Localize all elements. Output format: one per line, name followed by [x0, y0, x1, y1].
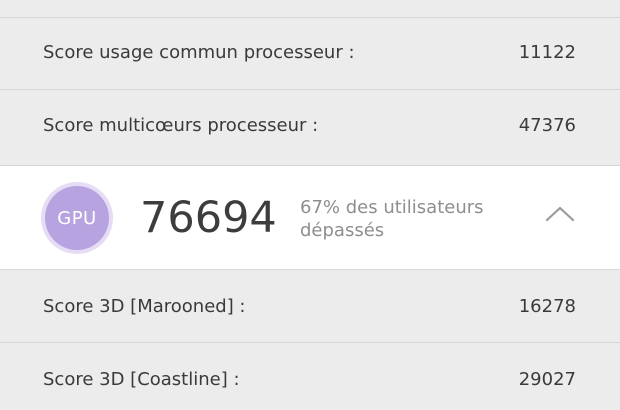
gpu-summary-card[interactable]: GPU 76694 67% des utilisateurs dépassés	[0, 166, 620, 270]
score-row-cpu-single: Score usage commun processeur : 11122	[0, 18, 620, 90]
score-value: 47376	[518, 115, 576, 136]
score-label: Score 3D [Marooned] :	[43, 296, 246, 317]
previous-row-edge	[0, 0, 620, 18]
gpu-badge-label: GPU	[57, 207, 97, 229]
score-value: 29027	[518, 369, 576, 390]
chevron-up-icon[interactable]	[544, 202, 576, 226]
gpu-percentile-line-2: dépassés	[300, 220, 385, 241]
score-row-3d-marooned: Score 3D [Marooned] : 16278	[0, 270, 620, 343]
gpu-percentile-text: 67% des utilisateurs dépassés	[300, 196, 530, 242]
score-label: Score multicœurs processeur :	[43, 115, 319, 136]
score-label: Score usage commun processeur :	[43, 42, 355, 63]
score-value: 16278	[518, 296, 576, 317]
gpu-badge: GPU	[45, 186, 109, 250]
score-value: 11122	[518, 42, 576, 63]
score-row-3d-coastline: Score 3D [Coastline] : 29027	[0, 343, 620, 410]
score-label: Score 3D [Coastline] :	[43, 369, 240, 390]
gpu-total-score: 76694	[140, 193, 277, 243]
gpu-percentile-line-1: 67% des utilisateurs	[300, 197, 484, 218]
score-row-cpu-multi: Score multicœurs processeur : 47376	[0, 90, 620, 166]
